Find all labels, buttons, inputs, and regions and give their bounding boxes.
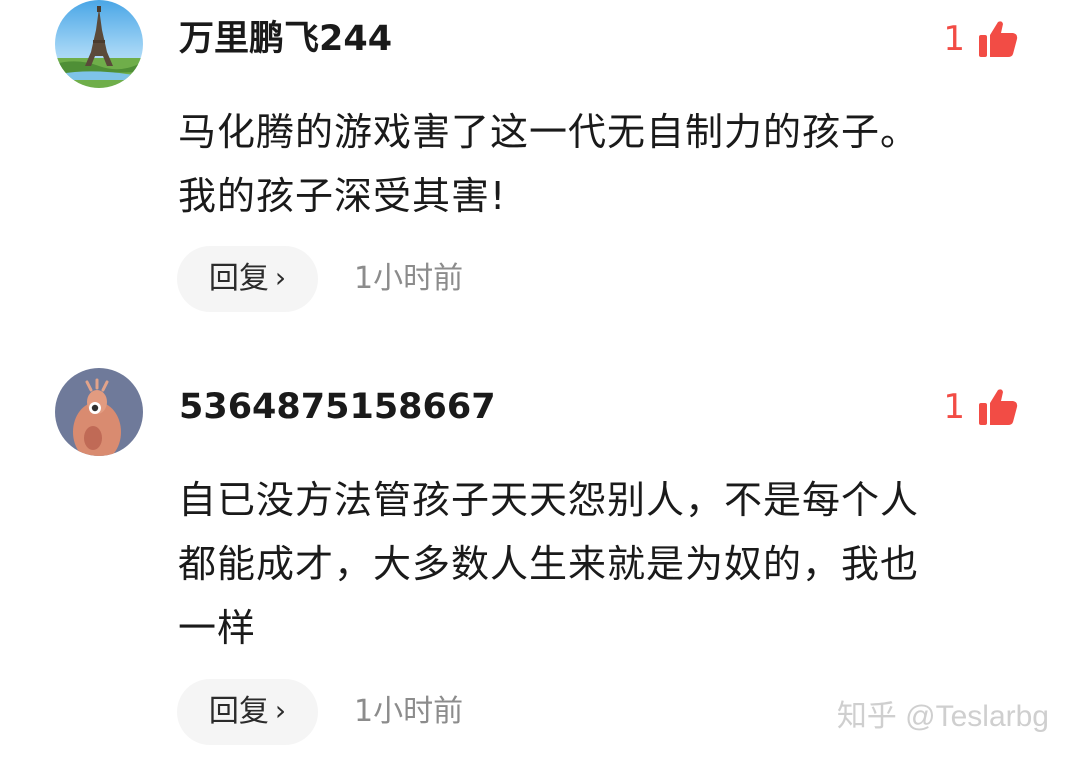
thumbs-up-icon [977,18,1019,60]
reply-button[interactable]: 回复 › [177,679,318,745]
reply-label: 回复 [208,261,269,296]
cartoon-shrimp-avatar-icon [55,368,143,456]
chevron-right-icon: › [274,261,287,294]
like-count: 1 [943,387,965,427]
reply-button[interactable]: 回复 › [177,246,318,312]
comment-line: 一样 [178,606,257,650]
timestamp: 1小时前 [354,694,464,729]
reply-label: 回复 [208,694,269,729]
comment-line: 都能成才，大多数人生来就是为奴的，我也 [178,542,920,586]
avatar[interactable] [55,0,143,88]
comment-text: 自已没方法管孩子天天怨别人，不是每个人 都能成才，大多数人生来就是为奴的，我也 … [178,468,1018,660]
username[interactable]: 5364875158667 [179,390,496,425]
timestamp: 1小时前 [354,261,464,296]
comment-text: 马化腾的游戏害了这一代无自制力的孩子。 我的孩子深受其害! [178,100,1018,228]
thumbs-up-icon [977,386,1019,428]
comment-line: 马化腾的游戏害了这一代无自制力的孩子。 [178,110,920,154]
like-count: 1 [943,19,965,59]
avatar[interactable] [55,368,143,456]
comment-actions: 回复 › 1小时前 [177,246,463,312]
like-button[interactable]: 1 [943,385,1019,429]
eiffel-tower-avatar-icon [55,0,143,88]
comment-line: 自已没方法管孩子天天怨别人，不是每个人 [178,478,920,522]
comment-item: 万里鹏飞244 1 马化腾的游戏害了这一代无自制力的孩子。 我的孩子深受其害! … [0,0,1077,340]
watermark: 知乎 @Teslarbg [836,700,1049,733]
chevron-right-icon: › [274,694,287,727]
comment-actions: 回复 › 1小时前 [177,679,463,745]
comment-line: 我的孩子深受其害! [178,174,507,218]
comment-list: 万里鹏飞244 1 马化腾的游戏害了这一代无自制力的孩子。 我的孩子深受其害! … [0,0,1077,762]
like-button[interactable]: 1 [943,17,1019,61]
username[interactable]: 万里鹏飞244 [179,22,392,57]
